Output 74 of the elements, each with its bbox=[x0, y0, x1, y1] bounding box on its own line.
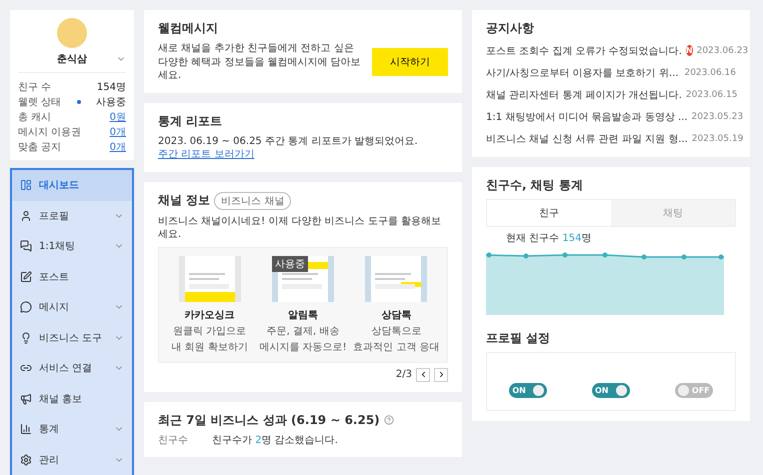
feature-description: 상담톡으로 bbox=[371, 324, 422, 338]
stat-link[interactable]: 0원 bbox=[110, 110, 126, 124]
feature-description: 메시지를 자동으로! bbox=[259, 340, 347, 354]
description: 비즈니스 채널이시네요! 이제 다양한 비즈니스 도구를 활용해보세요. bbox=[158, 214, 442, 242]
notice-title[interactable]: 채널 관리자센터 통계 페이지가 개선됩니다. bbox=[486, 88, 682, 102]
report-link[interactable]: 주간 리포트 보러가기 bbox=[158, 149, 254, 160]
card-title: 통계 리포트 bbox=[158, 112, 224, 130]
nav-item[interactable]: 메시지 bbox=[12, 292, 132, 322]
feature-name: 알림톡 bbox=[288, 308, 318, 322]
stat-label: 웰렛 상태 bbox=[18, 96, 62, 108]
stat-value: 사용중 bbox=[96, 96, 126, 108]
metric-text: 친구수가 2명 감소했습니다. bbox=[212, 434, 338, 447]
settings-icon bbox=[20, 454, 32, 466]
stat-link[interactable]: 0개 bbox=[110, 124, 126, 138]
metric-label: 친구수 bbox=[158, 434, 188, 447]
friend-count-summary: 현재 친구수 154명 bbox=[505, 232, 592, 246]
nav-item[interactable]: 비즈니스 도구 bbox=[12, 322, 132, 353]
notice-date: 2023.06.16 bbox=[684, 68, 736, 78]
start-button[interactable]: 시작하기 bbox=[372, 48, 448, 76]
feature-description: 내 회원 확보하기 bbox=[171, 340, 248, 354]
avatar bbox=[57, 18, 87, 48]
notice-date: 2023.06.15 bbox=[686, 90, 738, 100]
stat-label: 총 캐시 bbox=[18, 110, 52, 124]
notice-title[interactable]: 1:1 채팅방에서 미디어 묶음발송과 동영상 ... bbox=[486, 110, 688, 124]
report-text: 2023. 06.19 ~ 06.25 주간 통계 리포트가 발행되었어요. 주간 리포트 보러가기 bbox=[158, 134, 419, 162]
stat-value: 154명 bbox=[96, 80, 126, 94]
card-title: 최근 7일 비즈니스 성과 (6.19 ~ 6.25) bbox=[158, 412, 380, 428]
card-title: 프로필 설정 bbox=[486, 330, 552, 346]
bar-chart-icon bbox=[20, 423, 32, 436]
stat-label: 친구 수 bbox=[18, 80, 52, 94]
lightbulb-icon bbox=[20, 332, 32, 344]
feature-description: 원클릭 가입으로 bbox=[173, 324, 246, 338]
chat-bubbles-icon bbox=[20, 240, 32, 252]
notice-date: 2023.05.23 bbox=[692, 112, 744, 122]
channel-type-tag: 비즈니스 채널 bbox=[214, 192, 292, 210]
nav-item[interactable]: 1:1채팅 bbox=[12, 231, 132, 262]
feature-name: 상담톡 bbox=[381, 308, 412, 322]
status-dot bbox=[76, 100, 81, 104]
nav-item[interactable]: 포스트 bbox=[12, 262, 132, 292]
stat-label: 메시지 이용권 bbox=[18, 126, 82, 138]
nav-item[interactable]: 서비스 연결 bbox=[12, 353, 132, 384]
feature-description: 주문, 결제, 배송 bbox=[266, 324, 340, 338]
notice-title[interactable]: 사기/사칭으로부터 이용자를 보호하기 위... bbox=[486, 66, 678, 80]
nav-item[interactable]: 관리 bbox=[12, 444, 132, 475]
stat-label: 맞춤 공지 bbox=[18, 140, 62, 154]
page-indicator: 2/3 bbox=[396, 368, 412, 382]
notice-title[interactable]: 포스트 조회수 집계 오류가 수정되었습니다. bbox=[486, 44, 682, 58]
card-title: 공지사항 bbox=[486, 20, 535, 37]
speech-bubble-icon bbox=[20, 301, 32, 314]
edit-icon bbox=[20, 270, 32, 283]
card-title: 채널 정보 bbox=[158, 192, 210, 209]
new-badge: N bbox=[686, 45, 693, 56]
in-use-tag: 사용중 bbox=[272, 256, 308, 272]
notice-date: 2023.05.19 bbox=[692, 134, 744, 144]
feature-name: 카카오싱크 bbox=[184, 308, 235, 322]
channel-name: 춘식삼 bbox=[57, 53, 87, 66]
nav-item[interactable]: 프로필 bbox=[12, 200, 132, 231]
description: 새로 채널을 추가한 친구들에게 전하고 싶은 다양한 혜택과 정보들을 웰컴메시지에 담아보세요. bbox=[158, 42, 362, 82]
nav-item[interactable]: 통계 bbox=[12, 414, 132, 444]
nav-item[interactable]: 채널 홍보 bbox=[12, 384, 132, 414]
layout-icon bbox=[20, 179, 32, 192]
card-title: 친구수, 채팅 통계 bbox=[486, 177, 584, 194]
toggle-switch[interactable]: ON bbox=[592, 382, 630, 398]
person-icon bbox=[20, 210, 32, 222]
toggle-switch[interactable]: ON bbox=[509, 382, 548, 398]
next-button[interactable] bbox=[434, 368, 448, 382]
help-icon[interactable] bbox=[384, 415, 394, 425]
notice-date: 2023.06.23 bbox=[696, 46, 748, 56]
feature-description: 효과적인 고객 응대 bbox=[353, 340, 440, 354]
stat-link[interactable]: 0개 bbox=[110, 140, 126, 154]
previous-button[interactable] bbox=[416, 368, 430, 382]
megaphone-icon bbox=[20, 392, 32, 405]
card-title: 웰컴메시지 bbox=[158, 20, 219, 37]
notice-title[interactable]: 비즈니스 채널 신청 서류 관련 파일 지원 형... bbox=[486, 132, 688, 146]
